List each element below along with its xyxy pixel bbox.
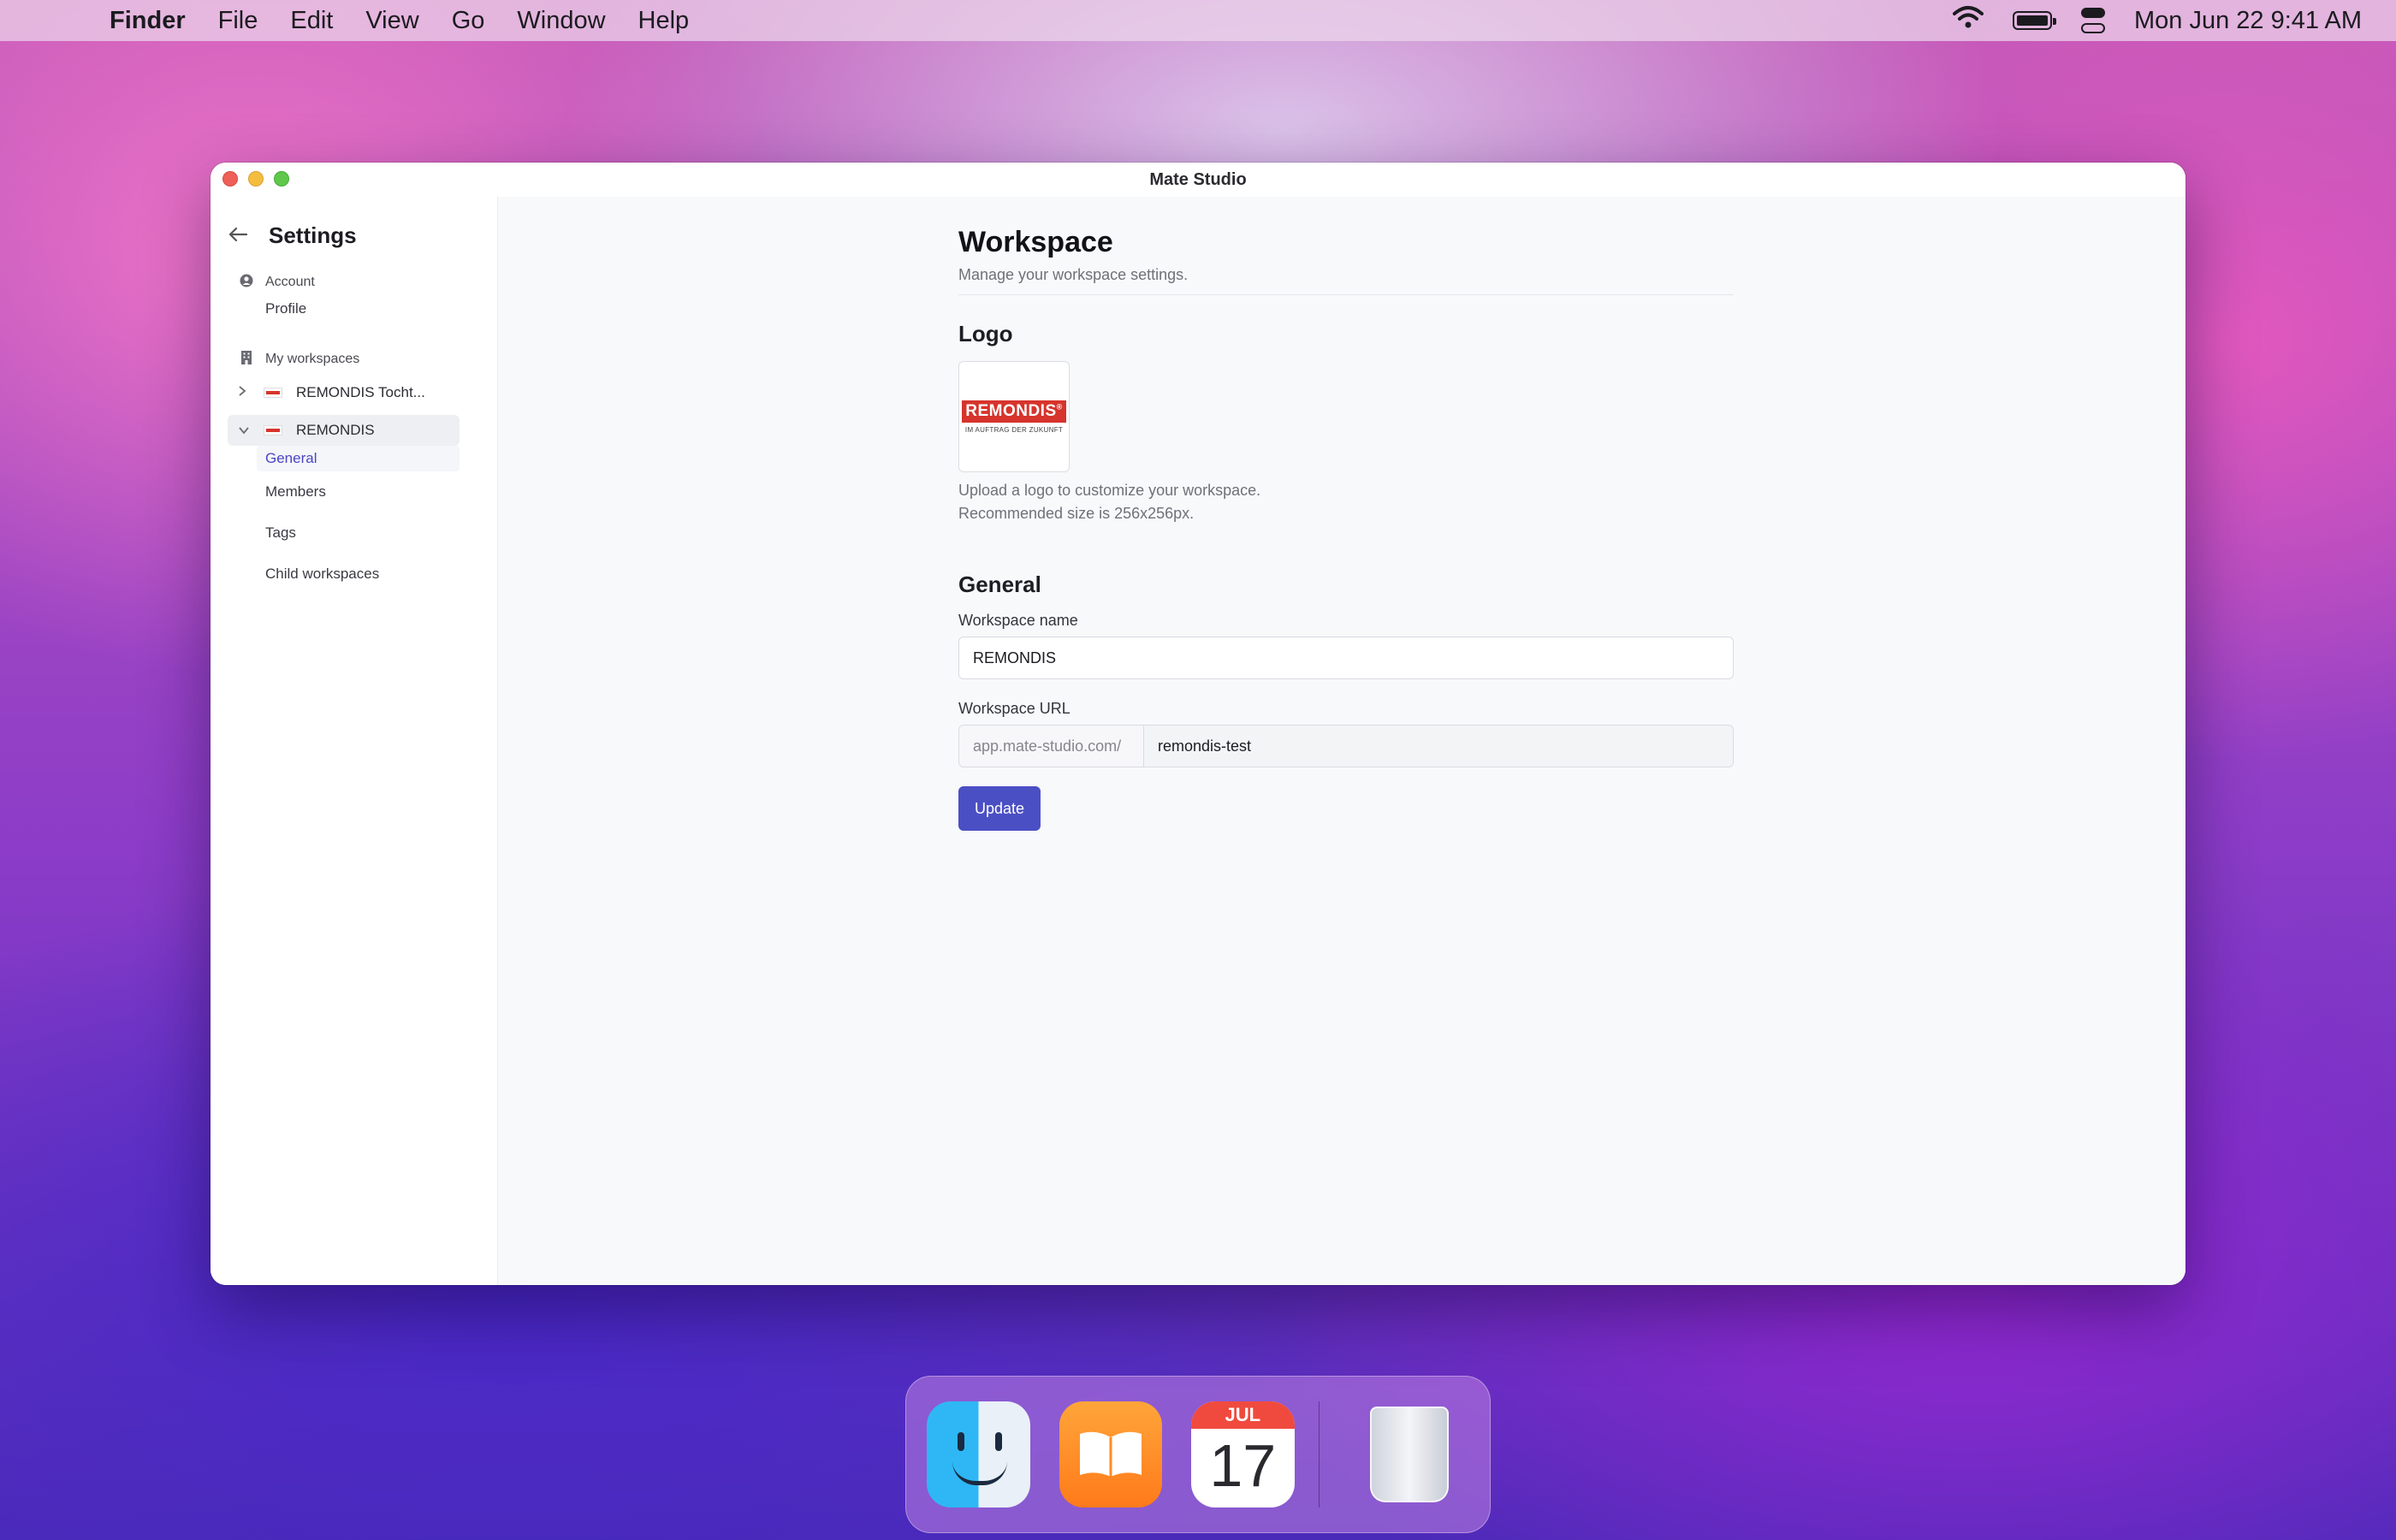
remondis-logo: REMONDIS®	[962, 400, 1066, 423]
sidebar-workspace-remondis[interactable]: REMONDIS	[228, 415, 460, 446]
workspace-url-input[interactable]: remondis-test	[1144, 726, 1733, 767]
dock-separator	[1318, 1401, 1320, 1507]
sidebar-workspace-remondis-tocht[interactable]: REMONDIS Tocht...	[228, 377, 460, 408]
title-bar: Mate Studio	[211, 163, 2185, 197]
chevron-down-icon[interactable]	[238, 424, 264, 438]
workspace-url-field: app.mate-studio.com/ remondis-test	[958, 725, 1734, 767]
calendar-month: JUL	[1191, 1401, 1295, 1429]
workspace-url-label: Workspace URL	[958, 700, 1070, 717]
logo-tagline: IM AUFTRAG DER ZUKUNFT	[964, 425, 1064, 434]
general-heading: General	[958, 572, 1041, 597]
section-account-label: Account	[265, 275, 315, 289]
url-prefix: app.mate-studio.com/	[959, 726, 1144, 767]
user-circle-icon	[228, 274, 265, 292]
finder-eye	[958, 1432, 964, 1451]
sidebar-header: Settings	[228, 222, 460, 249]
finder-eye	[995, 1432, 1002, 1451]
app-window: Mate Studio Settings Account Profile My …	[211, 163, 2185, 1285]
page-subtitle: Manage your workspace settings.	[958, 266, 1734, 295]
workspace-logo-icon	[264, 425, 282, 435]
workspace-logo-icon	[264, 388, 282, 398]
workspace-settings: Workspace Manage your workspace settings…	[958, 226, 1734, 831]
settings-sidebar: Settings Account Profile My workspaces R…	[211, 197, 498, 1285]
sidebar-item-child-workspaces[interactable]: Child workspaces	[228, 554, 460, 595]
sidebar-item-profile[interactable]: Profile	[228, 293, 460, 324]
sidebar-item-members[interactable]: Members	[228, 471, 460, 512]
back-arrow-icon[interactable]	[228, 222, 252, 249]
menu-help[interactable]: Help	[638, 7, 690, 35]
menu-view[interactable]: View	[365, 7, 418, 35]
menu-bar: Finder File Edit View Go Window Help Mon…	[0, 0, 2396, 41]
update-button[interactable]: Update	[958, 786, 1041, 831]
wifi-icon[interactable]	[1953, 5, 1984, 36]
workspace-name-input[interactable]: REMONDIS	[958, 637, 1734, 679]
logo-hint: Upload a logo to customize your workspac…	[958, 482, 1261, 522]
menu-app-name[interactable]: Finder	[110, 7, 186, 35]
chevron-right-icon[interactable]	[238, 385, 264, 400]
menu-clock[interactable]: Mon Jun 22 9:41 AM	[2134, 7, 2362, 35]
logo-upload[interactable]: REMONDIS® IM AUFTRAG DER ZUKUNFT	[958, 361, 1070, 472]
sidebar-title: Settings	[269, 222, 357, 248]
dock: JUL 17	[905, 1376, 1491, 1533]
books-icon[interactable]	[1059, 1401, 1163, 1507]
section-account: Account	[228, 271, 460, 293]
app-body: Settings Account Profile My workspaces R…	[211, 197, 2185, 1285]
zoom-window-button[interactable]	[274, 171, 289, 187]
close-window-button[interactable]	[222, 171, 238, 187]
main-panel: Workspace Manage your workspace settings…	[498, 197, 2185, 1285]
minimize-window-button[interactable]	[248, 171, 264, 187]
window-controls	[222, 171, 289, 187]
sidebar-item-tags[interactable]: Tags	[228, 512, 460, 554]
calendar-icon[interactable]: JUL 17	[1191, 1401, 1295, 1507]
workspace-name: REMONDIS Tocht...	[296, 384, 425, 400]
workspace-name-label: Workspace name	[958, 612, 1078, 629]
logo-heading: Logo	[958, 321, 1013, 346]
calendar-day: 17	[1209, 1432, 1277, 1499]
menu-go[interactable]: Go	[452, 7, 485, 35]
battery-icon[interactable]	[2013, 11, 2056, 30]
menu-file[interactable]: File	[218, 7, 258, 35]
status-area: Mon Jun 22 9:41 AM	[1953, 5, 2362, 36]
workspace-name: REMONDIS	[296, 422, 375, 438]
trash-icon[interactable]	[1357, 1401, 1461, 1507]
menu-edit[interactable]: Edit	[290, 7, 333, 35]
section-workspaces: My workspaces	[228, 348, 460, 370]
control-center-icon[interactable]	[2081, 8, 2105, 33]
window-title: Mate Studio	[1149, 169, 1247, 189]
trash-can	[1369, 1407, 1449, 1502]
finder-smile	[952, 1461, 1007, 1485]
building-icon	[228, 350, 265, 369]
finder-icon[interactable]	[927, 1401, 1030, 1507]
section-workspaces-label: My workspaces	[265, 352, 360, 366]
sidebar-item-general[interactable]: General	[257, 446, 460, 471]
page-title: Workspace	[958, 226, 1113, 258]
menu-window[interactable]: Window	[517, 7, 605, 35]
